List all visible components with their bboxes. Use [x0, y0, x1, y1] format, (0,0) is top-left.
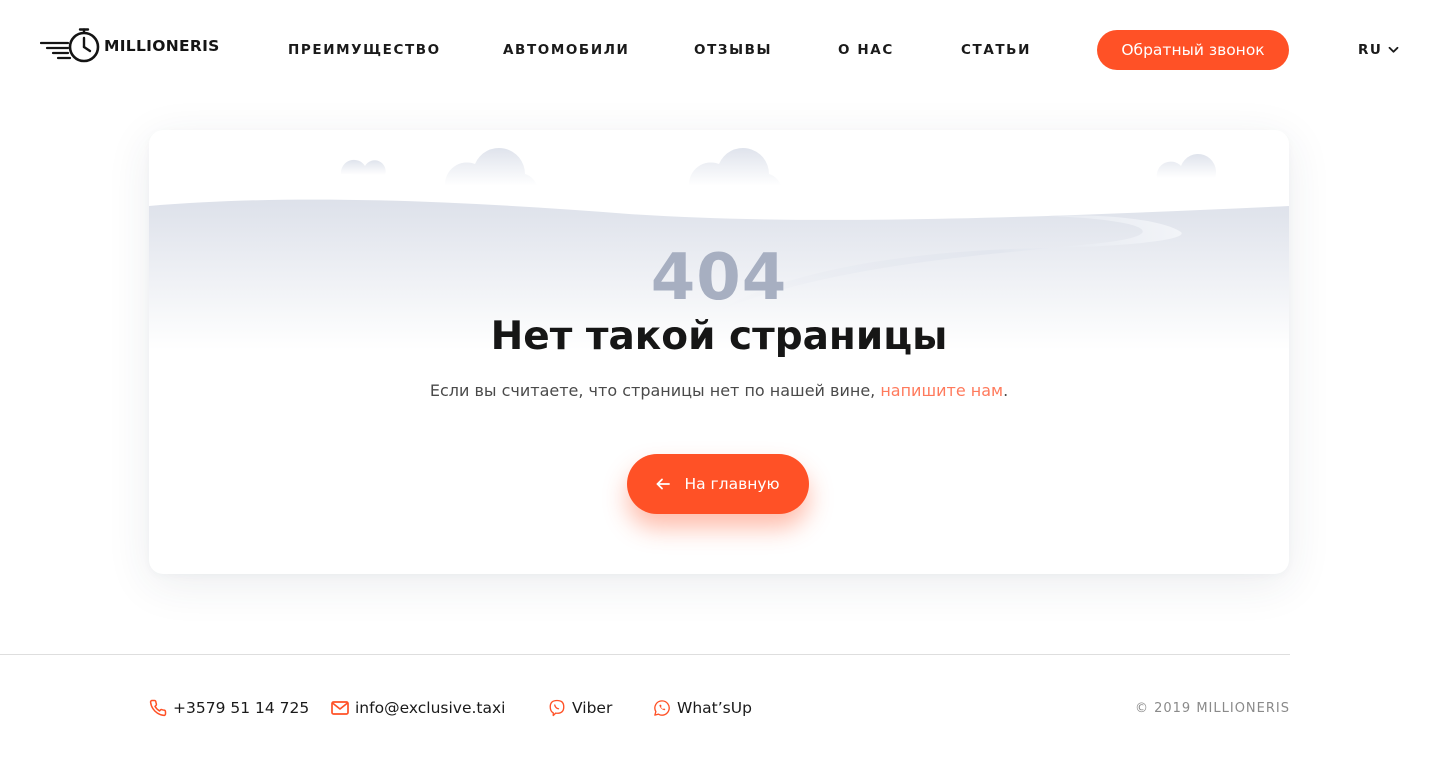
home-button-label: На главную: [684, 475, 780, 493]
footer-whatsapp-link[interactable]: What’sUp: [653, 697, 752, 719]
logo[interactable]: MILLIONERIS: [40, 28, 220, 64]
nav-item-reviews[interactable]: ОТЗЫВЫ: [694, 42, 772, 58]
home-button[interactable]: На главную: [627, 454, 809, 514]
error-message-text: Если вы считаете, что страницы нет по на…: [429, 381, 881, 400]
nav-item-about[interactable]: О НАС: [838, 42, 894, 58]
footer-email: info@exclusive.taxi: [355, 699, 506, 717]
copyright: © 2019 MILLIONERIS: [1134, 701, 1290, 716]
phone-icon: [149, 699, 167, 717]
chevron-down-icon: [1388, 46, 1399, 53]
nav-item-articles[interactable]: СТАТЬИ: [961, 42, 1031, 58]
footer-viber: Viber: [572, 699, 613, 717]
language-selector[interactable]: RU: [1358, 42, 1399, 58]
contact-us-link[interactable]: напишите нам: [880, 381, 1003, 400]
error-message-end: .: [1003, 381, 1009, 400]
mail-icon: [331, 701, 349, 715]
logo-text: MILLIONERIS: [104, 37, 220, 55]
language-label: RU: [1358, 42, 1383, 58]
error-card: 404 Нет такой страницы Если вы считаете,…: [149, 130, 1289, 574]
site-header: MILLIONERIS ПРЕИМУЩЕСТВО АВТОМОБИЛИ ОТЗЫ…: [0, 0, 1440, 100]
footer-divider: [0, 654, 1290, 655]
footer-whatsapp: What’sUp: [677, 699, 752, 717]
footer-phone: +3579 51 14 725: [173, 699, 310, 717]
error-code: 404: [650, 241, 788, 312]
nav-item-advantages[interactable]: ПРЕИМУЩЕСТВО: [288, 42, 441, 58]
error-message: Если вы считаете, что страницы нет по на…: [149, 379, 1289, 403]
callback-button[interactable]: Обратный звонок: [1097, 30, 1289, 70]
nav-item-cars[interactable]: АВТОМОБИЛИ: [503, 42, 629, 58]
speed-clock-icon: [40, 28, 100, 63]
page-title: Нет такой страницы: [490, 314, 948, 359]
footer-email-link[interactable]: info@exclusive.taxi: [331, 697, 505, 719]
whatsapp-icon: [654, 700, 670, 716]
viber-icon: [549, 699, 565, 717]
arrow-left-icon: [657, 478, 671, 490]
footer-phone-link[interactable]: +3579 51 14 725: [149, 697, 309, 719]
footer-viber-link[interactable]: Viber: [548, 697, 612, 719]
